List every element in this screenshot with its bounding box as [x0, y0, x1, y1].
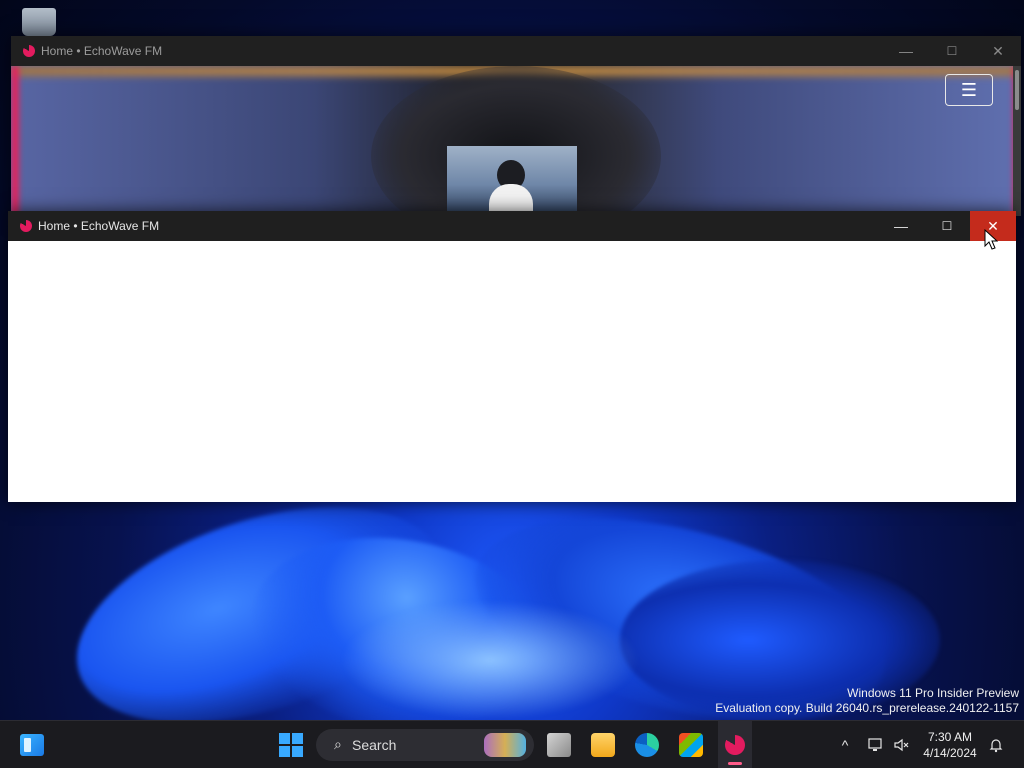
hamburger-icon: ☰ — [960, 79, 978, 100]
network-icon[interactable] — [866, 721, 886, 768]
windows-start-icon[interactable] — [278, 721, 304, 768]
widgets-icon[interactable] — [18, 721, 46, 768]
scrollbar[interactable] — [1013, 66, 1021, 216]
network-glyph — [868, 738, 882, 751]
window-content — [8, 241, 1016, 502]
notification-glyph — [989, 739, 1003, 753]
search-icon: ⌕ — [334, 736, 342, 752]
edge-glyph — [635, 733, 659, 757]
taskbar-clock[interactable]: 7:30 AM 4/14/2024 — [918, 729, 982, 761]
echowave-window-background[interactable]: Home • EchoWave FM — ☐ ✕ ☰ — [11, 36, 1021, 216]
echowave-logo-icon — [23, 45, 35, 57]
task-view-glyph — [547, 733, 571, 757]
hero-banner: ☰ — [11, 66, 1021, 216]
echowave-logo-icon — [20, 220, 32, 232]
window-title: Home • EchoWave FM — [38, 219, 160, 233]
minimize-button[interactable]: — — [878, 211, 924, 241]
windows-logo — [279, 733, 303, 757]
echowave-window-foreground[interactable]: Home • EchoWave FM — ☐ ✕ — [8, 211, 1016, 502]
volume-muted-icon[interactable] — [892, 721, 912, 768]
search-highlight-icon — [484, 733, 526, 757]
mouse-cursor-icon — [984, 229, 998, 250]
recycle-bin-icon[interactable] — [22, 8, 56, 36]
maximize-button[interactable]: ☐ — [924, 211, 970, 241]
minimize-button[interactable]: — — [883, 36, 929, 66]
file-explorer-glyph — [591, 733, 615, 757]
file-explorer-icon[interactable] — [586, 721, 620, 768]
echowave-app-icon[interactable] — [718, 721, 752, 768]
echowave-glyph — [725, 735, 745, 755]
watermark-line-1: Windows 11 Pro Insider Preview — [847, 686, 1019, 700]
evaluation-watermark: Windows 11 Pro Insider Preview Evaluatio… — [715, 686, 1019, 716]
widgets-glyph — [20, 734, 44, 756]
title-bar[interactable]: Home • EchoWave FM — ☐ ✕ — [8, 211, 1016, 241]
taskbar: ⌕ Search ^ 7:30 AM 4/14/2024 — [0, 720, 1024, 768]
album-art-image[interactable] — [447, 146, 577, 216]
close-button[interactable]: ✕ — [975, 36, 1021, 66]
search-label: Search — [352, 737, 397, 753]
volume-glyph — [894, 738, 909, 752]
taskbar-search-box[interactable]: ⌕ Search — [316, 729, 534, 761]
clock-time: 7:30 AM — [927, 730, 973, 744]
title-bar[interactable]: Home • EchoWave FM — ☐ ✕ — [11, 36, 1021, 66]
microsoft-store-icon[interactable] — [674, 721, 708, 768]
wallpaper-bloom — [340, 600, 640, 720]
desktop: Home • EchoWave FM — ☐ ✕ ☰ Home • EchoWa… — [0, 0, 1024, 768]
tray-overflow-chevron-icon[interactable]: ^ — [836, 721, 854, 768]
maximize-button[interactable]: ☐ — [929, 36, 975, 66]
edge-icon[interactable] — [630, 721, 664, 768]
watermark-line-2: Evaluation copy. Build 26040.rs_prerelea… — [715, 701, 1019, 715]
task-view-icon[interactable] — [542, 721, 576, 768]
notification-icon[interactable] — [986, 721, 1006, 768]
clock-date: 4/14/2024 — [923, 746, 977, 760]
window-title: Home • EchoWave FM — [41, 44, 163, 58]
hamburger-menu-button[interactable]: ☰ — [945, 74, 993, 106]
store-glyph — [679, 733, 703, 757]
